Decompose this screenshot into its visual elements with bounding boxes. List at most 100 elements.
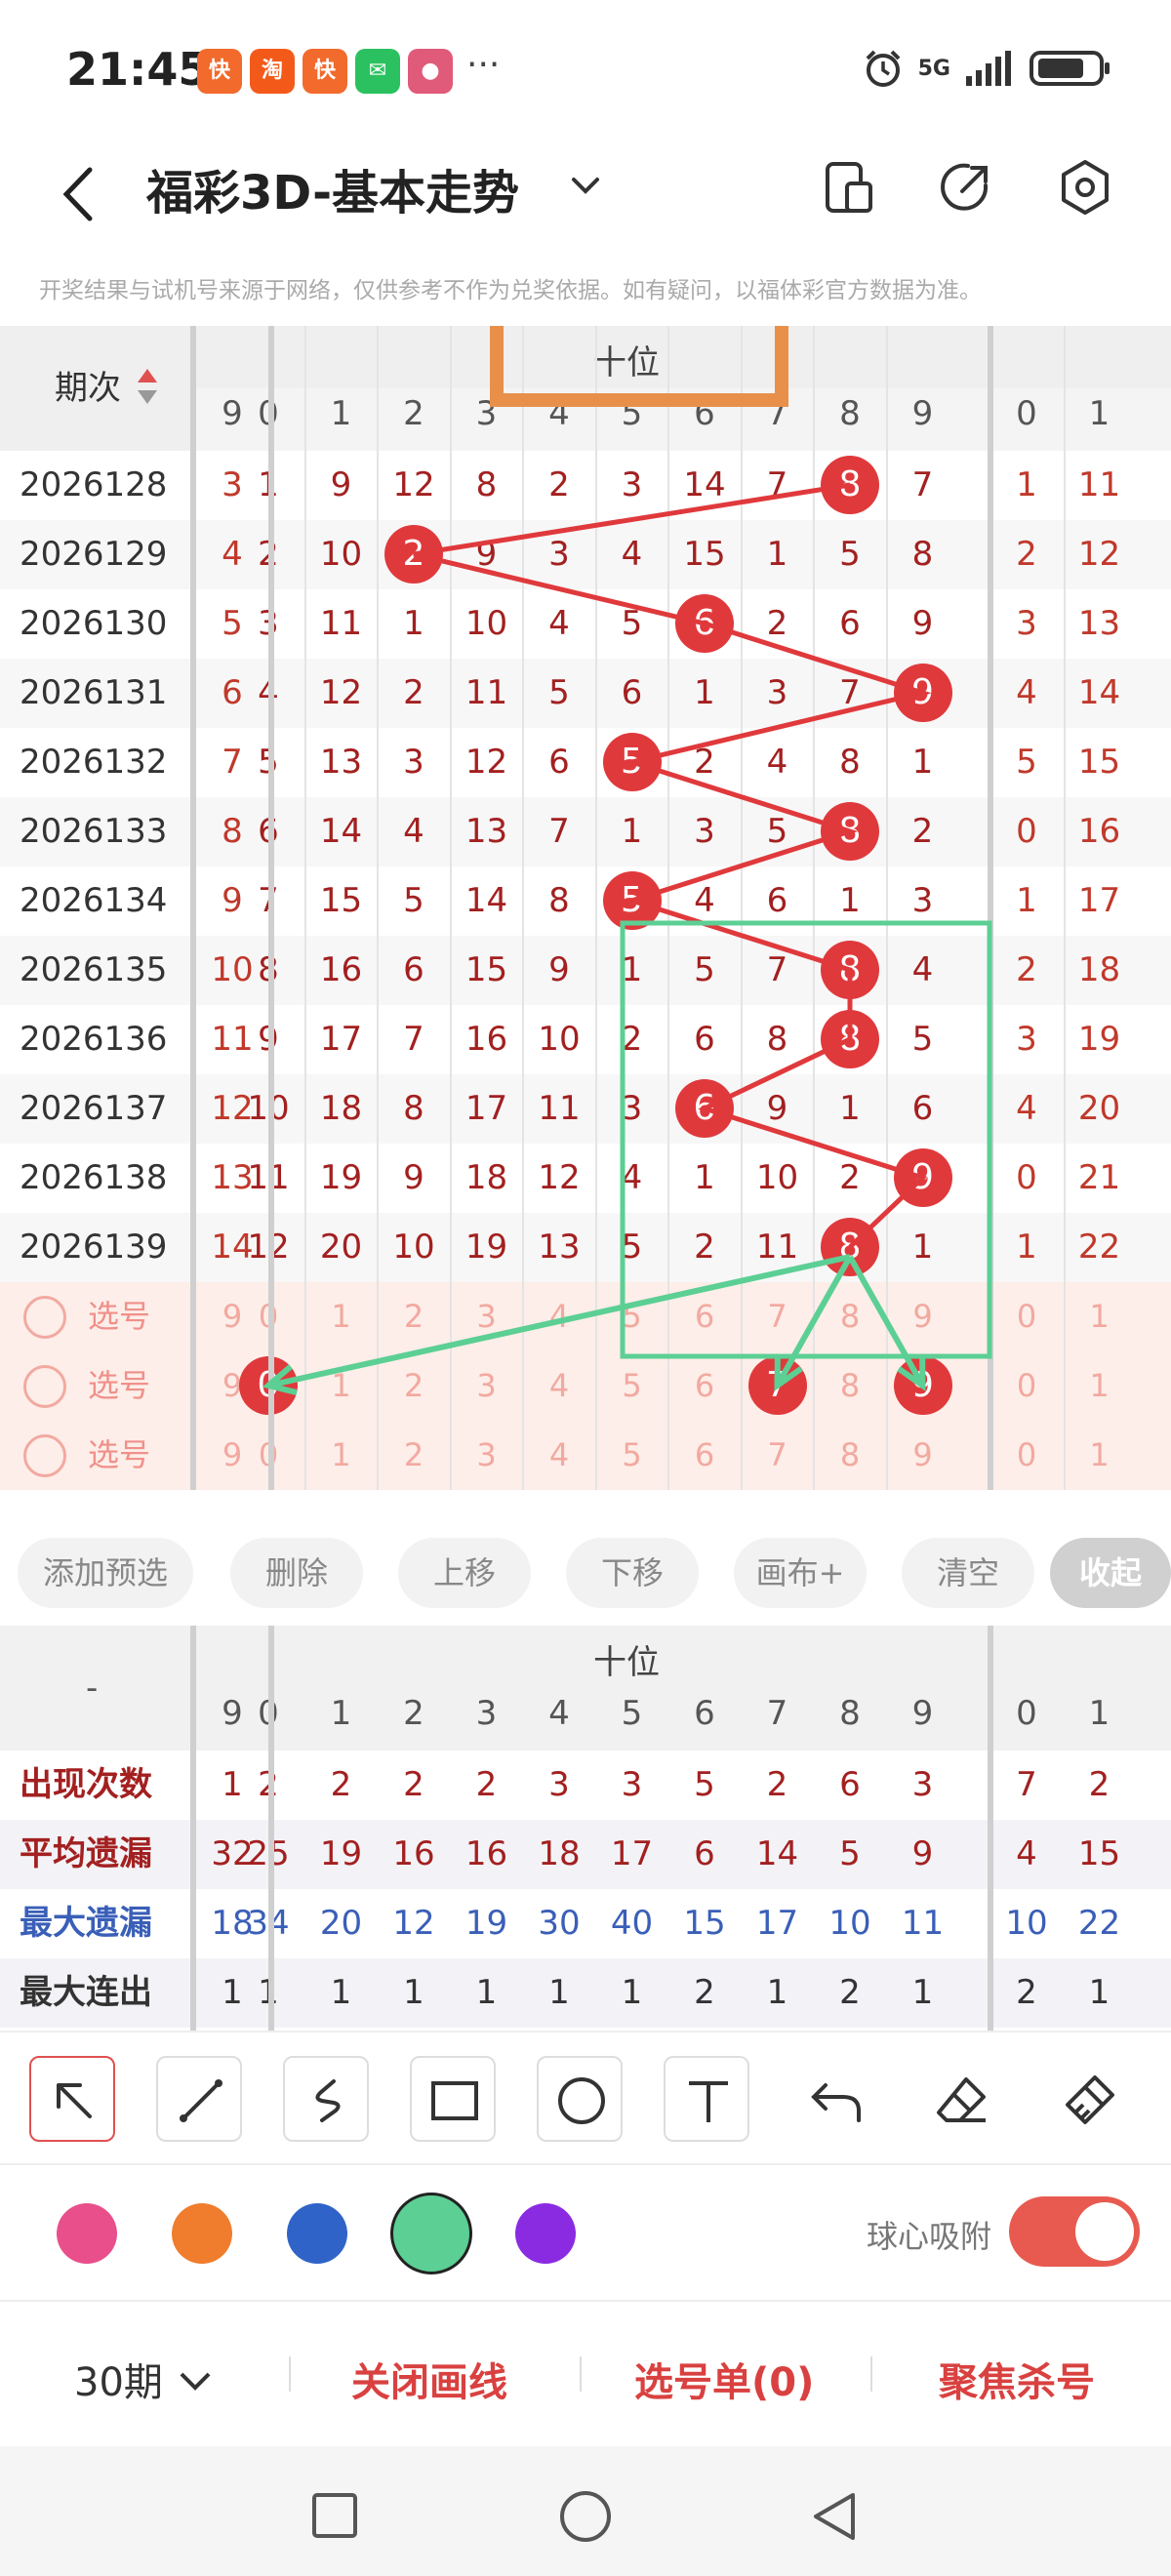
stats-group-title: 十位	[593, 1643, 660, 1682]
stats-row: 最大遗漏18342012193040151710111022	[0, 1889, 1171, 1958]
stats-cell: 5	[839, 1834, 861, 1873]
snap-toggle[interactable]	[1009, 2196, 1140, 2267]
stats-row: 最大连出1111111212121	[0, 1958, 1171, 2028]
stats-header-digit: 6	[694, 1694, 715, 1733]
eraser-icon[interactable]	[933, 2072, 991, 2130]
stats-cell: 17	[755, 1904, 799, 1943]
column-divider	[988, 1626, 993, 2031]
stats-cell: 19	[464, 1904, 508, 1943]
stats-cell: 1	[475, 1973, 498, 2012]
game-app-icon: ●	[408, 49, 453, 94]
drawn-green-arrow	[847, 1255, 926, 1388]
back-nav-icon[interactable]	[808, 2489, 863, 2544]
trend-table: 期次 十位 9 012345678901 2026128319128231474…	[0, 326, 1171, 1518]
stats-header-digit: 8	[839, 1694, 861, 1733]
clear-brush-icon[interactable]	[1060, 2072, 1118, 2130]
stats-cell: 15	[1077, 1834, 1121, 1873]
line-tool-icon[interactable]	[156, 2056, 242, 2142]
stats-cell: 17	[610, 1834, 654, 1873]
stats-cell: 16	[392, 1834, 435, 1873]
drawn-green-arrow	[267, 1254, 851, 1389]
stats-cell: 1	[403, 1973, 424, 2012]
stats-cell: 16	[464, 1834, 508, 1873]
recents-icon[interactable]	[310, 2491, 359, 2540]
page-title[interactable]: 福彩3D-基本走势	[146, 154, 519, 222]
stats-header-digit: 1	[330, 1694, 352, 1733]
color-swatch[interactable]	[172, 2203, 232, 2264]
stats-label: 最大遗漏	[20, 1904, 152, 1943]
drawing-toolbar	[0, 2031, 1171, 2163]
action-button[interactable]: 下移	[566, 1538, 699, 1608]
stats-row: 出现次数1222233526372	[0, 1751, 1171, 1820]
nav-bar: 福彩3D-基本走势	[0, 137, 1171, 254]
home-icon[interactable]	[558, 2489, 613, 2544]
action-button[interactable]: 上移	[398, 1538, 531, 1608]
stats-cell: 4	[1016, 1834, 1037, 1873]
action-button[interactable]: 删除	[230, 1538, 363, 1608]
color-palette: 球心吸附	[0, 2163, 1171, 2300]
share-icon[interactable]	[935, 156, 997, 219]
action-button[interactable]: 收起	[1050, 1538, 1171, 1608]
color-swatch[interactable]	[390, 2193, 472, 2274]
stats-cell: 10	[1005, 1904, 1048, 1943]
text-tool-icon[interactable]	[664, 2056, 749, 2142]
pick-list-button[interactable]: 选号单(0)	[634, 2351, 814, 2407]
divider	[580, 2356, 582, 2392]
stats-cell: 1	[766, 1973, 788, 2012]
stats-header-digit: 4	[548, 1694, 570, 1733]
stats-cell: 22	[1077, 1904, 1121, 1943]
trend-overlay	[262, 326, 992, 1395]
stats-cell: 6	[839, 1765, 861, 1804]
stats-header-next: 0	[1016, 1694, 1037, 1733]
disclaimer-text: 开奖结果与试机号来源于网络，仅供参考不作为兑奖依据。如有疑问，以福体彩官方数据为…	[39, 278, 982, 303]
status-bar: 21:45 快 淘 快 ✉ ● ··· 5G	[0, 0, 1171, 137]
trend-line	[413, 482, 932, 1249]
arrow-tool-icon[interactable]	[29, 2056, 115, 2142]
freehand-tool-icon[interactable]	[283, 2056, 369, 2142]
wechat-app-icon: ✉	[355, 49, 400, 94]
network-type: 5G	[917, 56, 950, 81]
alarm-icon	[866, 50, 901, 87]
period-select-label: 30期	[74, 2360, 163, 2405]
circle-tool-icon[interactable]	[537, 2056, 623, 2142]
rectangle-tool-icon[interactable]	[410, 2056, 496, 2142]
stats-cell: 2	[1088, 1765, 1110, 1804]
action-button[interactable]: 添加预选	[18, 1538, 193, 1608]
stats-cell: 2	[330, 1765, 352, 1804]
divider	[870, 2356, 872, 2392]
phone-layout-icon[interactable]	[818, 156, 880, 219]
close-drawing-button[interactable]: 关闭画线	[351, 2351, 507, 2407]
stats-cell: 14	[755, 1834, 799, 1873]
stats-cell: 1	[548, 1973, 570, 2012]
back-icon[interactable]	[51, 160, 109, 228]
stats-cell: 3	[911, 1765, 934, 1804]
color-swatch[interactable]	[287, 2203, 347, 2264]
settings-icon[interactable]	[1054, 156, 1116, 219]
stats-cell: 10	[828, 1904, 871, 1943]
stats-corner: -	[86, 1669, 99, 1708]
stats-cell: 1	[1088, 1973, 1110, 2012]
stats-header-digit: 3	[475, 1694, 498, 1733]
stats-cell: 2	[1016, 1973, 1037, 2012]
stats-cell: 18	[538, 1834, 581, 1873]
action-bar: 添加预选 删除 上移 下移 画布+ 清空 收起	[0, 1518, 1171, 1626]
stats-cell: 11	[901, 1904, 945, 1943]
undo-icon[interactable]	[806, 2077, 865, 2126]
toggle-knob	[1075, 2202, 1134, 2261]
color-swatch[interactable]	[515, 2203, 576, 2264]
stats-cell: 12	[392, 1904, 435, 1943]
stats-cell: 2	[475, 1765, 498, 1804]
focus-kill-button[interactable]: 聚焦杀号	[939, 2351, 1095, 2407]
chevron-down-icon[interactable]	[566, 166, 605, 205]
period-select[interactable]: 30期	[74, 2351, 215, 2407]
stats-cell: 2	[403, 1765, 424, 1804]
stats-cell: 15	[683, 1904, 726, 1943]
action-button[interactable]: 画布+	[734, 1538, 867, 1608]
stats-cell: 5	[694, 1765, 715, 1804]
stats-header-digit: 7	[766, 1694, 788, 1733]
stats-row: 平均遗漏3225191616181761459415	[0, 1820, 1171, 1889]
color-swatch[interactable]	[57, 2203, 117, 2264]
action-button[interactable]: 清空	[902, 1538, 1034, 1608]
stats-header-next: 1	[1088, 1694, 1110, 1733]
taobao-app-icon: 淘	[250, 49, 295, 94]
